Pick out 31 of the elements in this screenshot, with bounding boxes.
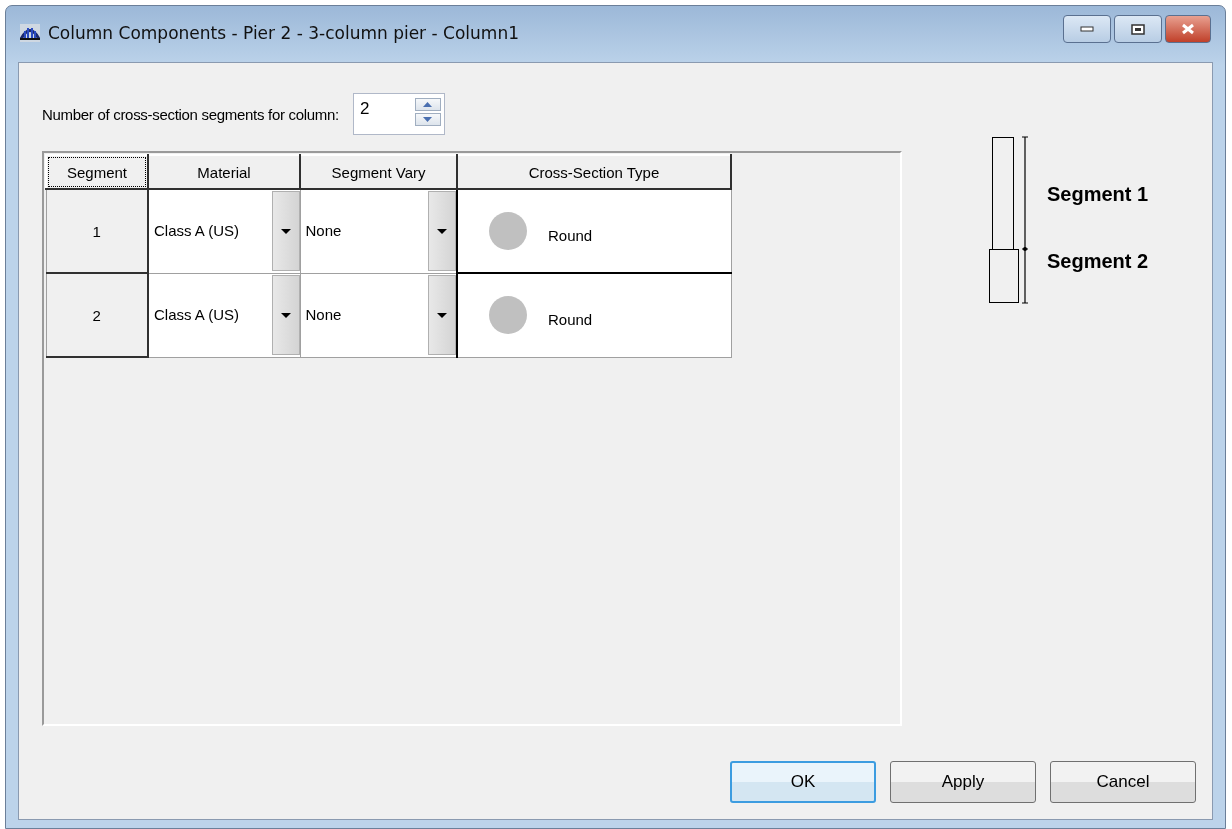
cross-section-cell[interactable]: Round [458,275,731,356]
maximize-icon [1131,23,1145,35]
material-dropdown[interactable]: Class A (US) [149,190,300,273]
spin-down-icon[interactable] [414,113,441,126]
circle-icon [488,295,528,336]
column-header: Cross-Section Type [457,155,731,189]
segment-vary-dropdown[interactable]: None [300,190,456,273]
apply-button[interactable]: Apply [890,761,1036,803]
segment-vary-dropdown[interactable]: None [300,274,456,356]
window-title: Column Components - Pier 2 - 3-column pier - Column1 [48,23,519,43]
column-header: Segment Vary [300,155,457,189]
maximize-button[interactable] [1114,15,1162,43]
row-header: 1 [46,189,148,273]
circle-icon [488,211,528,251]
segment-count-spinner[interactable]: 2 [352,93,445,135]
row-header: 2 [46,273,148,357]
segment-count-label: Number of cross-section segments for column: [42,105,339,123]
minimize-button[interactable] [1063,15,1111,43]
spin-up-icon[interactable] [414,98,441,111]
cross-section-cell[interactable]: Round [458,191,731,271]
segment-label: Segment 1 [1047,183,1149,206]
close-button[interactable] [1165,15,1211,43]
column-header: Segment [46,155,148,189]
close-icon [1180,23,1196,35]
minimize-icon [1080,26,1094,32]
bridge-icon [20,24,40,42]
ok-button[interactable]: OK [730,761,876,803]
segment-label: Segment 2 [1047,250,1149,273]
material-dropdown[interactable]: Class A (US) [149,274,300,356]
column-header: Material [148,155,300,189]
cancel-button[interactable]: Cancel [1050,761,1196,803]
